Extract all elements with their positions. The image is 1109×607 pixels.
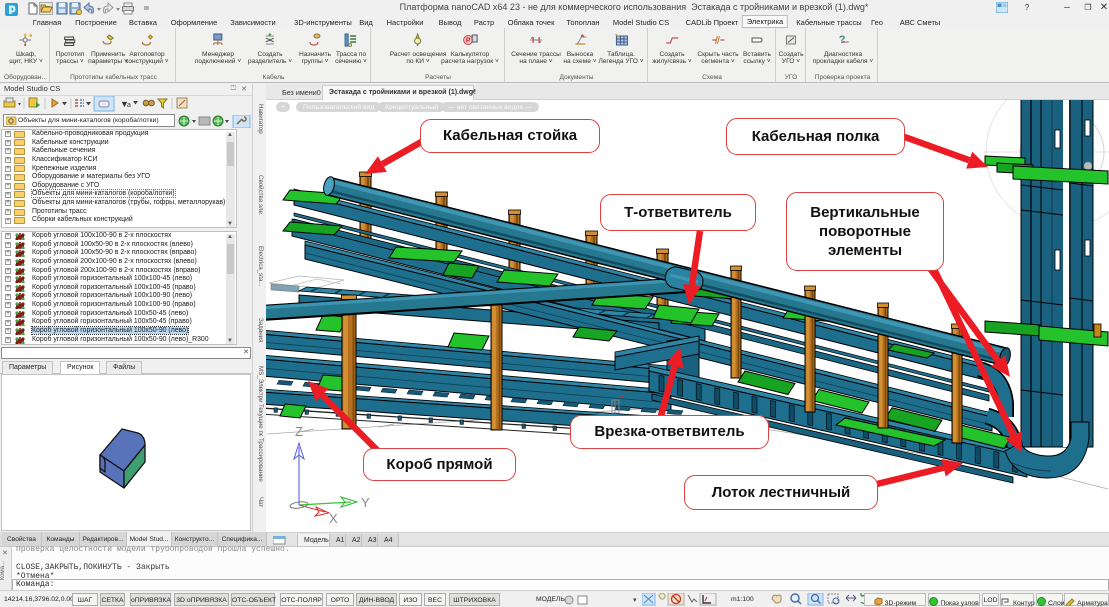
svg-text:?: ?	[839, 34, 846, 46]
svg-text:a: a	[127, 102, 131, 109]
svg-text:Y: Y	[361, 495, 370, 510]
svg-text:P: P	[466, 38, 471, 45]
svg-text:X: X	[329, 511, 338, 526]
svg-text:Z: Z	[295, 424, 303, 439]
